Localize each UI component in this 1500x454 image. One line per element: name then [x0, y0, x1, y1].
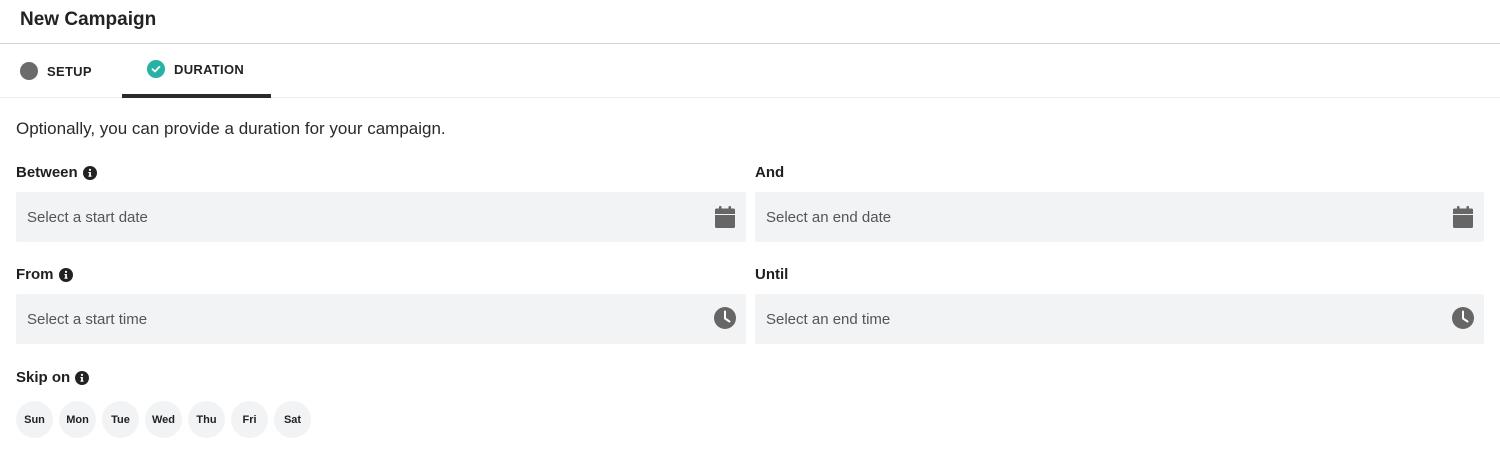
tab-duration-label: DURATION [174, 61, 245, 77]
until-label-text: Until [755, 266, 789, 283]
clock-icon[interactable] [1452, 307, 1474, 331]
page-title: New Campaign [20, 9, 157, 30]
tab-duration[interactable]: DURATION [122, 44, 271, 98]
start-time-input[interactable]: Select a start time [16, 294, 746, 344]
skip-days: Sun Mon Tue Wed Thu Fri Sat [16, 401, 317, 438]
calendar-icon[interactable] [1452, 205, 1474, 229]
day-toggle-sat[interactable]: Sat [274, 401, 311, 438]
end-time-input[interactable]: Select an end time [755, 294, 1484, 344]
end-date-placeholder: Select an end date [766, 208, 892, 226]
tab-setup-label: SETUP [47, 63, 92, 79]
skip-on-label-text: Skip on [16, 369, 71, 386]
day-toggle-mon[interactable]: Mon [59, 401, 96, 438]
day-toggle-tue[interactable]: Tue [102, 401, 139, 438]
info-icon[interactable] [82, 165, 97, 180]
day-toggle-thu[interactable]: Thu [188, 401, 225, 438]
status-dot-icon [20, 62, 38, 80]
calendar-icon[interactable] [714, 205, 736, 229]
info-icon[interactable] [58, 267, 73, 282]
check-circle-icon [147, 60, 165, 78]
step-tabs: SETUP DURATION [0, 44, 1500, 98]
and-label: And [755, 164, 784, 181]
skip-on-label: Skip on [16, 369, 90, 386]
start-time-placeholder: Select a start time [27, 310, 148, 328]
day-toggle-fri[interactable]: Fri [231, 401, 268, 438]
until-label: Until [755, 266, 788, 283]
intro-text: Optionally, you can provide a duration f… [16, 119, 446, 138]
start-date-input[interactable]: Select a start date [16, 192, 746, 242]
between-label: Between [16, 164, 97, 181]
day-toggle-sun[interactable]: Sun [16, 401, 53, 438]
from-label: From [16, 266, 73, 283]
page-header: New Campaign [0, 0, 1500, 44]
clock-icon[interactable] [714, 307, 736, 331]
tab-setup[interactable]: SETUP [20, 44, 110, 98]
from-label-text: From [16, 266, 54, 283]
day-toggle-wed[interactable]: Wed [145, 401, 182, 438]
info-icon[interactable] [75, 370, 90, 385]
and-label-text: And [755, 164, 785, 181]
end-date-input[interactable]: Select an end date [755, 192, 1484, 242]
end-time-placeholder: Select an end time [766, 310, 891, 328]
between-label-text: Between [16, 164, 78, 181]
start-date-placeholder: Select a start date [27, 208, 148, 226]
